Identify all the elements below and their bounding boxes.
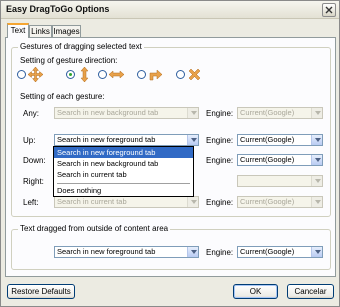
dropdown-separator (57, 183, 190, 184)
direction-radio-diagonal[interactable] (137, 70, 146, 79)
options-window: Easy DragToGo Options Text Links Images … (0, 0, 340, 307)
gesture-left-engine-value: Current(Google) (240, 197, 295, 206)
close-icon (325, 6, 333, 14)
gesture-down-label: Down: (23, 156, 46, 165)
gesture-any-label: Any: (23, 109, 40, 118)
ok-button[interactable]: OK (233, 284, 278, 299)
chevron-down-icon (311, 247, 322, 257)
gesture-left-action-value: Search in current tab (57, 197, 127, 206)
chevron-down-icon (187, 247, 198, 257)
gesture-any-engine-value: Current(Google) (240, 108, 295, 117)
dropdown-option-current[interactable]: Search in current tab (54, 169, 193, 180)
gesture-up-engine-value: Current(Google) (240, 135, 295, 144)
gesture-up-action-value: Search in new foreground tab (57, 135, 156, 144)
chevron-down-icon (311, 155, 322, 165)
gesture-up-label: Up: (23, 136, 36, 145)
outside-engine-value: Current(Google) (240, 247, 295, 256)
outside-engine-select[interactable]: Current(Google) (237, 246, 323, 258)
gesture-right-engine-select[interactable] (237, 175, 323, 187)
gesture-up-engine-select[interactable]: Current(Google) (237, 134, 323, 146)
action-dropdown-list: Search in new foreground tab Search in n… (53, 146, 194, 197)
restore-defaults-button[interactable]: Restore Defaults (7, 284, 75, 299)
direction-radio-cross[interactable] (176, 70, 185, 79)
gesture-left-engine-label: Engine: (206, 198, 234, 207)
each-gesture-label: Setting of each gesture: (20, 92, 105, 101)
outside-action-select[interactable]: Search in new foreground tab (54, 246, 199, 258)
gesture-down-engine-label: Engine: (206, 156, 234, 165)
title-bar: Easy DragToGo Options (1, 1, 339, 19)
direction-radio-left-right[interactable] (98, 70, 107, 79)
gesture-down-engine-value: Current(Google) (240, 155, 295, 164)
gesture-any-engine-select[interactable]: Current(Google) (237, 107, 323, 119)
tab-images[interactable]: Images (52, 25, 81, 37)
outside-action-value: Search in new foreground tab (57, 247, 156, 256)
tab-text[interactable]: Text (7, 23, 29, 38)
direction-radio-up-down[interactable] (66, 70, 75, 79)
gestures-group-title: Gestures of dragging selected text (18, 42, 144, 51)
chevron-down-icon (311, 135, 322, 145)
gesture-right-label: Right: (23, 177, 44, 186)
direction-label: Setting of gesture direction: (20, 56, 118, 65)
chevron-down-icon (187, 108, 198, 118)
four-way-arrows-icon (28, 67, 43, 82)
dropdown-option-background[interactable]: Search in new background tab (54, 158, 193, 169)
outside-content-group: Text dragged from outside of content are… (11, 224, 331, 270)
outside-engine-label: Engine: (206, 248, 234, 257)
window-title: Easy DragToGo Options (6, 4, 110, 14)
gesture-down-engine-select[interactable]: Current(Google) (237, 154, 323, 166)
cancel-button[interactable]: Cancelar (287, 284, 334, 299)
dropdown-option-nothing[interactable]: Does nothing (54, 185, 193, 196)
tab-links[interactable]: Links (29, 25, 52, 37)
cross-icon (188, 68, 201, 81)
gesture-up-engine-label: Engine: (206, 136, 234, 145)
gesture-left-label: Left: (23, 198, 39, 207)
chevron-down-icon (187, 197, 198, 207)
chevron-down-icon (311, 176, 322, 186)
dropdown-option-foreground[interactable]: Search in new foreground tab (54, 147, 193, 158)
chevron-down-icon (311, 108, 322, 118)
gesture-up-action-select[interactable]: Search in new foreground tab (54, 134, 199, 146)
chevron-down-icon (311, 197, 322, 207)
gesture-left-engine-select[interactable]: Current(Google) (237, 196, 323, 208)
gesture-any-engine-label: Engine: (206, 109, 234, 118)
up-down-arrows-icon (80, 67, 89, 82)
diagonal-arrow-icon (149, 69, 163, 81)
chevron-down-icon (187, 135, 198, 145)
gesture-any-action-select[interactable]: Search in new background tab (54, 107, 199, 119)
close-button[interactable] (322, 3, 336, 17)
left-right-arrows-icon (109, 70, 124, 79)
gesture-any-action-value: Search in new background tab (57, 108, 159, 117)
direction-radio-four-way[interactable] (17, 70, 26, 79)
gesture-left-action-select[interactable]: Search in current tab (54, 196, 199, 208)
outside-group-title: Text dragged from outside of content are… (18, 224, 171, 233)
